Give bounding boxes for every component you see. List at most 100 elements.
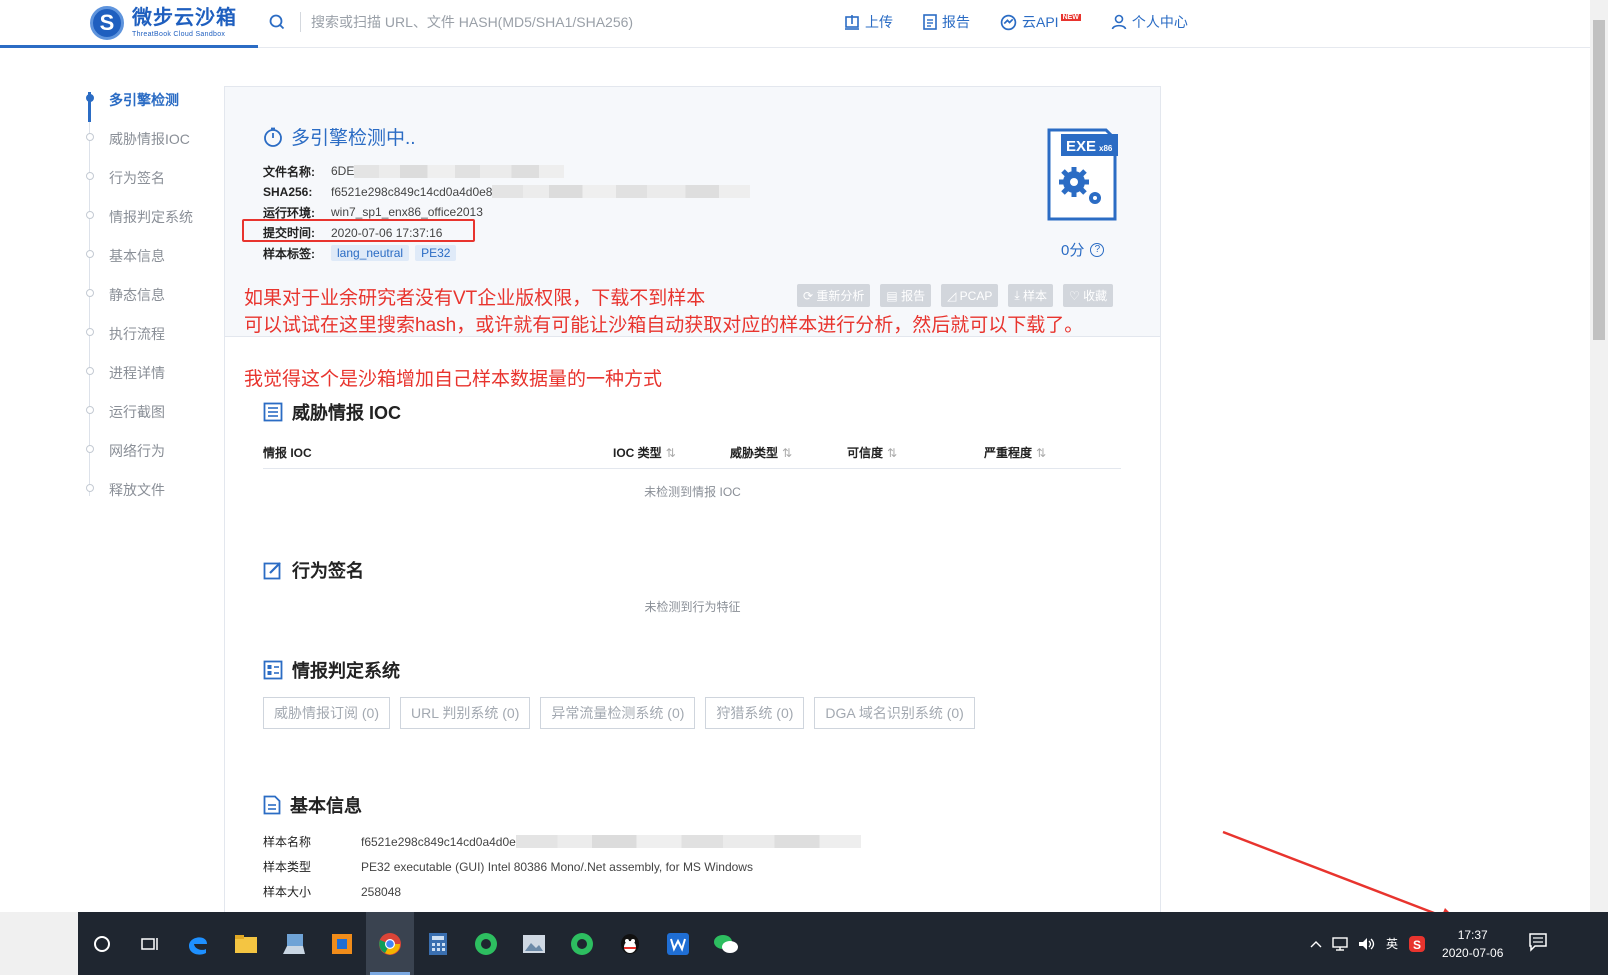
timeline-dot xyxy=(86,445,94,453)
taskbar-clock[interactable]: 17:37 2020-07-06 xyxy=(1442,926,1503,962)
network-app-icon[interactable] xyxy=(270,912,318,975)
sidebar-nav: 多引擎检测 威胁情报IOC 行为签名 情报判定系统 基本信息 静态信息 执行流程… xyxy=(84,80,224,509)
search-input[interactable] xyxy=(311,14,731,30)
wps-icon[interactable] xyxy=(654,912,702,975)
column-label: 可信度 xyxy=(847,446,884,460)
sort-icon[interactable]: ⇅ xyxy=(782,446,792,460)
sort-icon[interactable]: ⇅ xyxy=(1036,446,1046,460)
sha256-value: f6521e298c849c14cd0a4d0e8 xyxy=(331,184,493,199)
timeline-dot xyxy=(86,211,94,219)
sort-icon[interactable]: ⇅ xyxy=(887,446,897,460)
system-url-detection[interactable]: URL 判别系统 (0) xyxy=(400,697,531,729)
sogou-input-icon[interactable]: S xyxy=(1408,935,1426,953)
logo[interactable]: S 微步云沙箱 ThreatBook Cloud Sandbox xyxy=(90,5,237,41)
sample-label: 样本 xyxy=(1022,289,1047,303)
sidebar-item-dropped-files[interactable]: 释放文件 xyxy=(84,470,224,509)
basic-info-table: 样本名称 f6521e298c849c14cd0a4d0e 样本类型 PE32 … xyxy=(263,829,861,904)
evernote-icon[interactable] xyxy=(462,912,510,975)
reanalyze-label: 重新分析 xyxy=(816,289,865,303)
ioc-section-title: 威胁情报 IOC xyxy=(263,399,401,425)
sidebar-item-network[interactable]: 网络行为 xyxy=(84,431,224,470)
timeline-dot xyxy=(86,250,94,258)
scrollbar-thumb[interactable] xyxy=(1593,20,1605,340)
logo-subtitle: ThreatBook Cloud Sandbox xyxy=(132,31,226,38)
help-icon[interactable]: ? xyxy=(1090,242,1105,257)
column-header: 情报 IOC xyxy=(263,444,312,461)
sidebar-item-label: 进程详情 xyxy=(109,364,165,381)
report-label: 报告 xyxy=(901,289,926,303)
nav-user-center[interactable]: 个人中心 xyxy=(1111,12,1188,32)
sort-icon[interactable]: ⇅ xyxy=(666,446,676,460)
pcap-button[interactable]: ◿ PCAP xyxy=(941,284,999,307)
score: 0分 ? xyxy=(1061,239,1105,260)
evernote-icon-2[interactable] xyxy=(558,912,606,975)
system-dga-detection[interactable]: DGA 域名识别系统 (0) xyxy=(814,697,975,729)
sidebar-item-label: 释放文件 xyxy=(109,481,165,498)
network-icon[interactable] xyxy=(1332,936,1348,951)
system-tray: 英 S 17:37 2020-07-06 xyxy=(1310,912,1503,975)
image-viewer-icon[interactable] xyxy=(510,912,558,975)
meta-label: 样本标签: xyxy=(263,246,315,261)
column-header[interactable]: 严重程度 ⇅ xyxy=(984,444,1046,461)
cortana-icon[interactable] xyxy=(78,912,126,975)
notification-icon[interactable] xyxy=(1528,932,1548,957)
nav-cloud-api[interactable]: 云API NEW xyxy=(1000,12,1081,32)
page-scrollbar[interactable] xyxy=(1590,0,1608,912)
sidebar-item-label: 威胁情报IOC xyxy=(109,130,190,147)
analysis-status-text: 多引擎检测中.. xyxy=(291,128,416,149)
file-explorer-icon[interactable] xyxy=(222,912,270,975)
sidebar-item-static-info[interactable]: 静态信息 xyxy=(84,275,224,314)
app-icon[interactable] xyxy=(318,912,366,975)
ioc-title: 威胁情报 IOC xyxy=(292,403,402,423)
report-button[interactable]: ▤ 报告 xyxy=(880,284,932,307)
column-header[interactable]: 威胁类型 ⇅ xyxy=(730,444,792,461)
column-header[interactable]: 可信度 ⇅ xyxy=(847,444,897,461)
windows-taskbar: 英 S 17:37 2020-07-06 xyxy=(0,912,1608,975)
calculator-icon[interactable] xyxy=(414,912,462,975)
search-icon[interactable] xyxy=(268,13,286,31)
system-traffic-anomaly[interactable]: 异常流量检测系统 (0) xyxy=(540,697,696,729)
sidebar-item-basic-info[interactable]: 基本信息 xyxy=(84,236,224,275)
sidebar-item-behavior[interactable]: 行为签名 xyxy=(84,158,224,197)
edit-icon xyxy=(263,562,281,580)
column-header[interactable]: IOC 类型 ⇅ xyxy=(613,444,676,461)
wechat-icon[interactable] xyxy=(702,912,750,975)
upload-icon xyxy=(845,15,859,30)
chevron-up-icon[interactable] xyxy=(1310,940,1322,948)
volume-icon[interactable] xyxy=(1358,937,1376,951)
file-type-label: EXE xyxy=(1066,138,1096,155)
qq-icon[interactable] xyxy=(606,912,654,975)
ime-indicator[interactable]: 英 xyxy=(1386,935,1398,952)
search-bar xyxy=(268,12,731,32)
favorite-button[interactable]: ♡ 收藏 xyxy=(1063,284,1114,307)
nav-report[interactable]: 报告 xyxy=(923,12,970,32)
sidebar-item-process-details[interactable]: 进程详情 xyxy=(84,353,224,392)
new-badge: NEW xyxy=(1060,13,1081,21)
sidebar-item-label: 网络行为 xyxy=(109,442,165,459)
system-hunting[interactable]: 狩猎系统 (0) xyxy=(705,697,805,729)
summary-meta: 文件名称: 6DE SHA256: f6521e298c849c14cd0a4d… xyxy=(263,161,751,264)
sidebar-item-execution-flow[interactable]: 执行流程 xyxy=(84,314,224,353)
sample-tag[interactable]: lang_neutral xyxy=(331,245,410,262)
sidebar-item-ioc[interactable]: 威胁情报IOC xyxy=(84,119,224,158)
sidebar-item-intel-system[interactable]: 情报判定系统 xyxy=(84,197,224,236)
info-row-name: 样本名称 f6521e298c849c14cd0a4d0e xyxy=(263,829,861,854)
task-view-icon[interactable] xyxy=(126,912,174,975)
sample-tag[interactable]: PE32 xyxy=(415,245,457,262)
sidebar-item-screenshots[interactable]: 运行截图 xyxy=(84,392,224,431)
edge-icon[interactable] xyxy=(174,912,222,975)
reanalyze-button[interactable]: ⟳ 重新分析 xyxy=(797,284,871,307)
page: S 微步云沙箱 ThreatBook Cloud Sandbox 上传 报告 xyxy=(0,0,1608,975)
nav-upload[interactable]: 上传 xyxy=(844,12,893,32)
system-threat-subscription[interactable]: 威胁情报订阅 (0) xyxy=(263,697,390,729)
sample-size-value: 258048 xyxy=(361,884,402,899)
download-sample-button[interactable]: ⤓ 样本 xyxy=(1008,284,1053,307)
start-area[interactable] xyxy=(0,912,78,975)
intel-system-section-title: 情报判定系统 xyxy=(263,657,400,683)
pcap-label: PCAP xyxy=(959,288,993,303)
chrome-icon[interactable] xyxy=(366,912,414,975)
nav-report-label: 报告 xyxy=(942,14,970,30)
sidebar-item-multi-engine[interactable]: 多引擎检测 xyxy=(84,80,224,119)
file-name-value: 6DE xyxy=(331,164,355,179)
heart-icon: ♡ xyxy=(1069,288,1084,303)
